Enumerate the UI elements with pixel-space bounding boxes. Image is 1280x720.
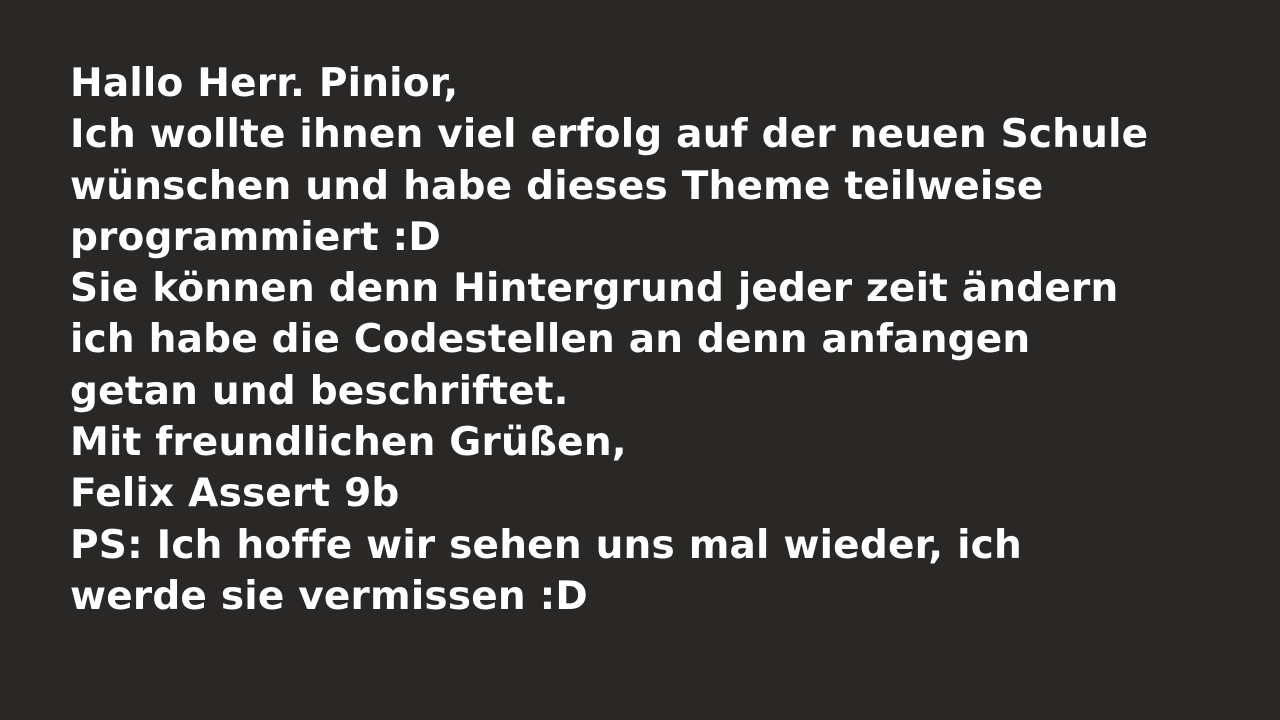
signature-line: Felix Assert 9b [70,471,400,517]
message-line: ich habe die Codestellen an denn anfange… [70,317,1031,363]
postscript-line: werde sie vermissen :D [70,573,588,619]
postscript-line: PS: Ich hoffe wir sehen uns mal wieder, … [70,522,1022,568]
closing-line: Mit freundlichen Grüßen, [70,420,627,466]
message-line: Sie können denn Hintergrund jeder zeit ä… [70,266,1119,312]
slide: Hallo Herr. Pinior, Ich wollte ihnen vie… [0,0,1280,720]
message-line: getan und beschriftet. [70,368,569,414]
message-body: Hallo Herr. Pinior, Ich wollte ihnen vie… [70,58,1230,622]
message-line: Ich wollte ihnen viel erfolg auf der neu… [70,112,1149,158]
greeting-line: Hallo Herr. Pinior, [70,61,459,106]
message-line: wünschen und habe dieses Theme teilweise [70,163,1044,209]
message-line: programmiert :D [70,214,441,260]
